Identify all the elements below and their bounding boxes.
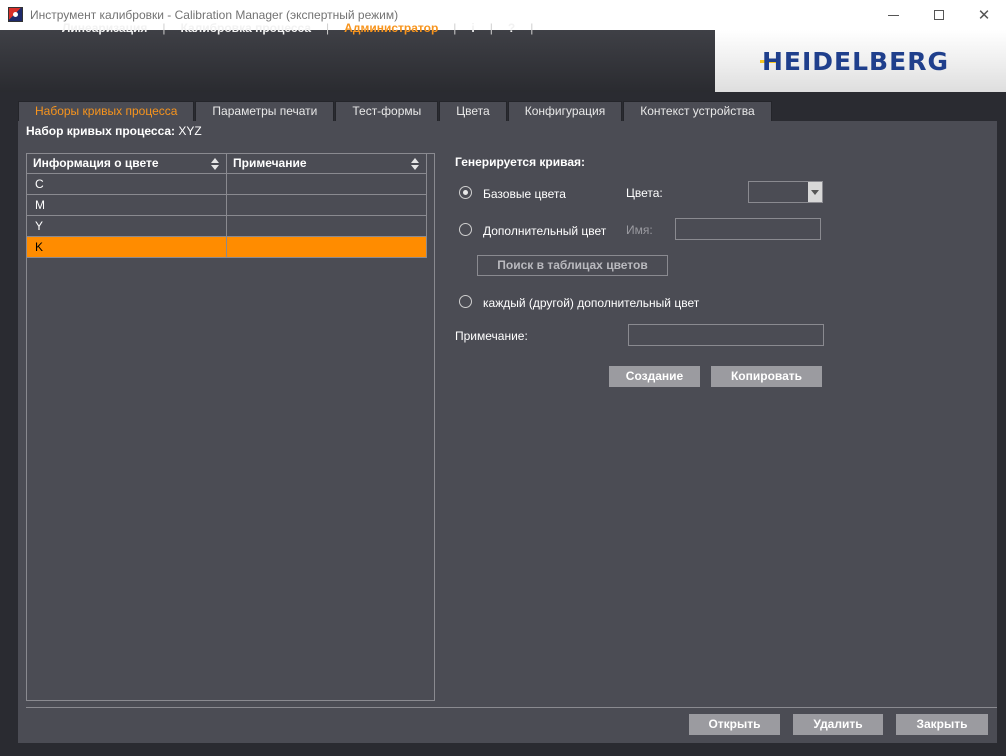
chevron-down-icon[interactable] xyxy=(808,182,822,202)
cell-note xyxy=(227,216,426,236)
sort-icon xyxy=(411,158,419,170)
close-icon: ✕ xyxy=(977,7,991,24)
nav-help[interactable]: ? xyxy=(508,21,515,35)
table-row-selected[interactable]: K xyxy=(26,237,427,258)
colors-select[interactable] xyxy=(748,181,823,203)
cell-color: C xyxy=(27,174,227,194)
base-colors-label: Базовые цвета xyxy=(483,187,566,201)
colors-label: Цвета: xyxy=(626,186,663,200)
each-extra-color-label: каждый (другой) дополнительный цвет xyxy=(483,296,700,310)
nav-separator: | xyxy=(162,21,166,35)
heidelberg-logo: HEIDELBERG xyxy=(762,47,949,76)
footer-divider xyxy=(26,707,997,708)
minimize-icon xyxy=(887,14,899,16)
nav-separator: | xyxy=(453,21,457,35)
radio-each-extra-color[interactable] xyxy=(459,295,472,308)
nav-process-calibration[interactable]: Калибровка процесса xyxy=(180,21,311,35)
maximize-icon xyxy=(934,10,944,20)
radio-extra-color[interactable] xyxy=(459,223,472,236)
tab-colors[interactable]: Цвета xyxy=(439,101,507,121)
table-header: Информация о цвете Примечание xyxy=(26,153,427,174)
curve-set-caption: Набор кривых процесса: xyxy=(26,124,176,138)
table-row[interactable]: C xyxy=(26,174,427,195)
note-input[interactable] xyxy=(628,324,824,346)
create-button[interactable]: Создание xyxy=(609,366,700,387)
cell-color: Y xyxy=(27,216,227,236)
tab-configuration[interactable]: Конфигурация xyxy=(507,101,623,121)
maximize-button[interactable] xyxy=(916,0,962,30)
nav-administrator[interactable]: Администратор xyxy=(344,21,438,35)
cell-note xyxy=(227,237,426,257)
close-button[interactable]: Закрыть xyxy=(896,714,988,735)
sort-icon xyxy=(211,158,219,170)
tab-print-parameters[interactable]: Параметры печати xyxy=(195,101,335,121)
close-window-button[interactable]: ✕ xyxy=(961,0,1006,30)
nav-separator: | xyxy=(326,21,330,35)
cell-color: M xyxy=(27,195,227,215)
nav-separator: | xyxy=(489,21,493,35)
curve-set-value: XYZ xyxy=(178,124,202,138)
tab-bar: Наборы кривых процесса Параметры печати … xyxy=(18,101,773,121)
note-label: Примечание: xyxy=(455,329,528,343)
app-icon xyxy=(8,7,23,22)
extra-color-label: Дополнительный цвет xyxy=(483,224,607,238)
copy-button[interactable]: Копировать xyxy=(711,366,822,387)
tab-test-forms[interactable]: Тест-формы xyxy=(335,101,439,121)
top-navigation: Линеаризация | Калибровка процесса | Адм… xyxy=(62,21,548,35)
search-color-tables-button[interactable]: Поиск в таблицах цветов xyxy=(477,255,668,276)
table-row[interactable]: Y xyxy=(26,216,427,237)
cell-color: K xyxy=(27,237,227,257)
column-header-note[interactable]: Примечание xyxy=(227,154,426,173)
name-label: Имя: xyxy=(626,223,653,237)
nav-separator: | xyxy=(530,21,534,35)
cell-note xyxy=(227,174,426,194)
open-button[interactable]: Открыть xyxy=(689,714,780,735)
name-input[interactable] xyxy=(675,218,821,240)
tab-process-curve-sets[interactable]: Наборы кривых процесса xyxy=(18,101,195,121)
column-header-color-info[interactable]: Информация о цвете xyxy=(27,154,227,173)
minimize-button[interactable] xyxy=(870,0,916,30)
column-header-label: Примечание xyxy=(233,156,307,170)
delete-button[interactable]: Удалить xyxy=(793,714,883,735)
radio-base-colors[interactable] xyxy=(459,186,472,199)
generated-curve-title: Генерируется кривая: xyxy=(455,155,586,169)
nav-linearization[interactable]: Линеаризация xyxy=(62,21,147,35)
curve-set-label: Набор кривых процесса: XYZ xyxy=(26,124,202,138)
table-row[interactable]: M xyxy=(26,195,427,216)
nav-info[interactable]: i xyxy=(471,21,474,35)
tab-device-context[interactable]: Контекст устройства xyxy=(623,101,772,121)
cell-note xyxy=(227,195,426,215)
window-title: Инструмент калибровки - Calibration Mana… xyxy=(30,8,399,22)
column-header-label: Информация о цвете xyxy=(33,156,159,170)
